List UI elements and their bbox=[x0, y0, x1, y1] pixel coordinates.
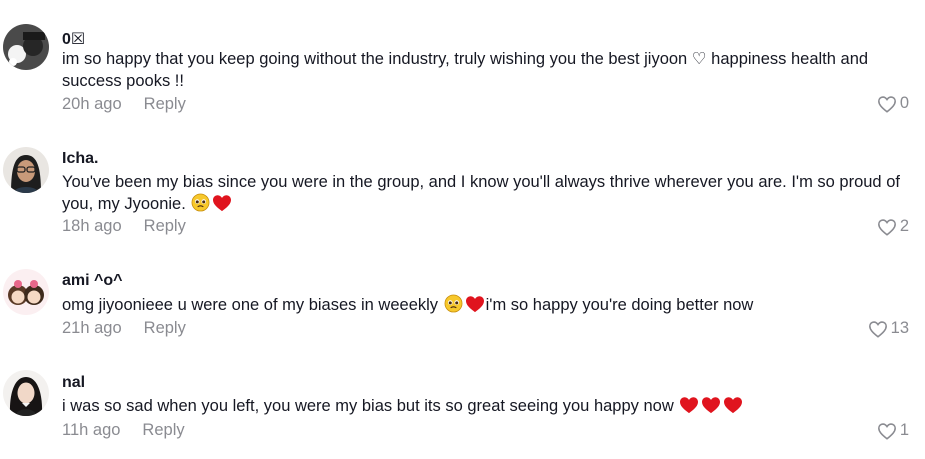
comment-meta: 11h ago Reply bbox=[62, 421, 185, 440]
red-heart-emoji bbox=[724, 397, 743, 414]
heart-outline-icon bbox=[868, 320, 887, 338]
comment-meta: 21h ago Reply bbox=[62, 319, 186, 338]
comment-text: omg jiyoonieee u were one of my biases i… bbox=[62, 294, 912, 316]
comment-body: omg jiyoonieee u were one of my biases i… bbox=[62, 296, 439, 314]
comment-body-continued: i'm so happy you're doing better now bbox=[485, 296, 754, 314]
red-heart-emoji bbox=[213, 195, 232, 212]
comment-body: i was so sad when you left, you were my … bbox=[62, 397, 674, 415]
avatar[interactable] bbox=[3, 24, 49, 70]
like-count: 2 bbox=[899, 217, 909, 235]
reply-button[interactable]: Reply bbox=[144, 319, 186, 337]
comment-timestamp: 18h ago bbox=[62, 217, 122, 235]
like-button[interactable]: 0 bbox=[877, 94, 909, 113]
comment-username[interactable]: ami ^o^ bbox=[62, 272, 122, 290]
avatar[interactable] bbox=[3, 147, 49, 193]
comment-body: You've been my bias since you were in th… bbox=[62, 173, 900, 213]
comment-timestamp: 11h ago bbox=[62, 421, 121, 439]
comment-username[interactable]: 0☒ bbox=[62, 29, 85, 49]
heart-outline-icon bbox=[877, 95, 896, 113]
pleading-face-emoji bbox=[191, 193, 210, 212]
heart-outline-icon bbox=[877, 218, 896, 236]
red-heart-emoji bbox=[465, 296, 484, 313]
like-button[interactable]: 1 bbox=[877, 421, 909, 440]
like-count: 1 bbox=[899, 421, 909, 439]
avatar[interactable] bbox=[3, 370, 49, 416]
like-count: 13 bbox=[890, 319, 909, 337]
pleading-face-emoji bbox=[444, 294, 463, 313]
comment-meta: 18h ago Reply bbox=[62, 217, 186, 236]
comment-meta: 20h ago Reply bbox=[62, 95, 186, 114]
comment-text: i was so sad when you left, you were my … bbox=[62, 395, 912, 417]
red-heart-emoji bbox=[680, 397, 699, 414]
avatar[interactable] bbox=[3, 269, 49, 315]
reply-button[interactable]: Reply bbox=[144, 217, 186, 235]
heart-outline-icon bbox=[877, 422, 896, 440]
comment-username[interactable]: Icha. bbox=[62, 150, 98, 168]
reply-button[interactable]: Reply bbox=[144, 95, 186, 113]
like-button[interactable]: 2 bbox=[877, 217, 909, 236]
reply-button[interactable]: Reply bbox=[142, 421, 184, 439]
comment-text: You've been my bias since you were in th… bbox=[62, 171, 912, 215]
comment-text: im so happy that you keep going without … bbox=[62, 50, 869, 90]
comment-timestamp: 21h ago bbox=[62, 319, 122, 337]
comment-username[interactable]: nal bbox=[62, 374, 85, 392]
comment-timestamp: 20h ago bbox=[62, 95, 122, 113]
red-heart-emoji bbox=[702, 397, 721, 414]
like-button[interactable]: 13 bbox=[868, 319, 909, 338]
like-count: 0 bbox=[899, 94, 909, 112]
